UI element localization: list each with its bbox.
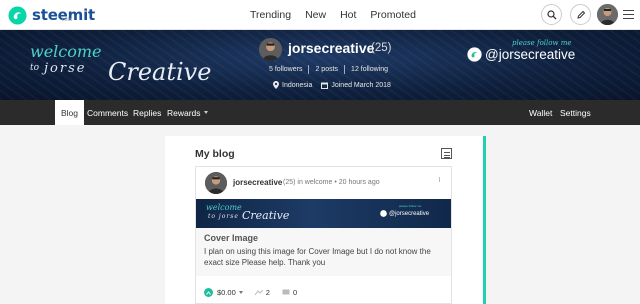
tab-wallet[interactable]: Wallet <box>529 100 552 125</box>
post-title[interactable]: Cover Image <box>204 233 258 243</box>
chevron-down-icon <box>238 291 243 294</box>
votes-item[interactable]: 2 <box>254 288 270 297</box>
blog-heading: My blog <box>195 148 235 160</box>
comments-count: 0 <box>292 288 298 297</box>
post-context: (25) in welcome • 20 hours ago <box>283 179 380 186</box>
steemit-logo-icon <box>380 210 387 217</box>
flag-icon[interactable] <box>439 177 443 182</box>
cover-to-text: to <box>30 63 40 73</box>
search-icon <box>546 9 556 19</box>
tab-replies[interactable]: Replies <box>133 100 161 125</box>
main-nav: Trending New Hot Promoted <box>250 0 430 30</box>
beta-badge: beta <box>62 17 72 23</box>
tab-settings[interactable]: Settings <box>560 100 591 125</box>
pencil-icon <box>576 10 585 19</box>
post-excerpt: I plan on using this image for Cover Ima… <box>204 247 431 267</box>
post-author-avatar[interactable] <box>205 172 227 194</box>
steemit-logo-icon <box>467 47 482 62</box>
user-avatar[interactable] <box>597 4 618 25</box>
tab-blog[interactable]: Blog <box>55 100 85 125</box>
thumb-handle: @jorsecreative <box>380 210 429 217</box>
profile-meta: Indonesia Joined March 2018 <box>273 81 400 89</box>
thumb-follow-text: please follow me <box>399 204 422 208</box>
thumb-sub-text: to jorse <box>208 213 239 220</box>
chevron-up-icon <box>206 290 211 295</box>
tab-rewards[interactable]: Rewards <box>167 100 208 125</box>
comments-item[interactable]: 0 <box>282 288 297 297</box>
thumb-handle-text: @jorsecreative <box>389 210 430 217</box>
tab-comments[interactable]: Comments <box>87 100 128 125</box>
avatar-portrait <box>259 38 282 61</box>
tab-rewards-label: Rewards <box>167 107 201 118</box>
nav-promoted[interactable]: Promoted <box>370 9 416 21</box>
profile-reputation: (25) <box>371 42 392 54</box>
payout-amount[interactable]: $0.00 <box>217 288 236 297</box>
upvote-button[interactable] <box>204 288 213 297</box>
cover-creative-text: Creative <box>108 58 212 86</box>
joined-text: Joined March 2018 <box>331 81 391 89</box>
stat-divider <box>344 65 346 74</box>
post-summary[interactable]: Cover Image I plan on using this image f… <box>196 228 451 276</box>
list-view-toggle-icon[interactable] <box>441 148 452 159</box>
votes-icon <box>254 289 263 295</box>
location-item: Indonesia <box>273 81 312 89</box>
avatar-portrait <box>597 4 618 25</box>
post-thumbnail[interactable]: welcome to jorse Creative please follow … <box>196 199 451 228</box>
location-pin-icon <box>273 81 279 89</box>
joined-item: Joined March 2018 <box>321 82 391 89</box>
profile-name: jorsecreative <box>288 40 375 56</box>
post-footer: $0.00 2 0 <box>204 288 309 297</box>
cover-welcome-text: welcome <box>30 42 102 61</box>
cover-handle-text: @jorsecreative <box>485 47 576 62</box>
nav-hot[interactable]: Hot <box>340 9 356 21</box>
following-count[interactable]: 12 following <box>351 66 388 73</box>
profile-avatar <box>259 38 282 61</box>
votes-count: 2 <box>265 288 270 297</box>
steemit-logo-icon <box>8 5 27 25</box>
submit-post-button[interactable] <box>570 4 591 25</box>
profile-tabs: Blog Comments Replies Rewards Wallet Set… <box>0 100 640 125</box>
thumb-welcome-text: welcome <box>206 203 242 212</box>
stat-divider <box>308 65 310 74</box>
nav-trending[interactable]: Trending <box>250 9 291 21</box>
post-card: jorsecreative (25) in welcome • 20 hours… <box>195 166 452 304</box>
top-header: steemit beta Trending New Hot Promoted <box>0 0 640 30</box>
blog-panel: My blog jorsecreative (25) in welcome • … <box>165 136 486 304</box>
profile-stats: 5 followers 2 posts 12 following <box>269 65 388 74</box>
profile-cover: welcome to jorse Creative please follow … <box>0 30 640 100</box>
comment-icon <box>282 289 290 295</box>
chevron-down-icon <box>203 111 208 114</box>
nav-new[interactable]: New <box>305 9 326 21</box>
location-text: Indonesia <box>282 81 313 89</box>
cover-follow-prompt: please follow me <box>512 39 572 47</box>
thumb-creative-text: Creative <box>242 209 290 222</box>
posts-count[interactable]: 2 posts <box>315 66 338 73</box>
hamburger-menu-icon[interactable] <box>623 7 634 22</box>
post-author[interactable]: jorsecreative <box>233 178 282 187</box>
calendar-icon <box>321 82 329 89</box>
search-button[interactable] <box>541 4 562 25</box>
avatar-portrait <box>205 172 227 194</box>
steemit-logo[interactable]: steemit <box>8 4 95 26</box>
followers-count[interactable]: 5 followers <box>269 66 302 73</box>
header-actions <box>533 4 634 25</box>
cover-handle: @jorsecreative <box>467 47 575 62</box>
payout-item[interactable]: $0.00 <box>204 288 243 297</box>
cover-name-script: jorse <box>44 61 87 76</box>
